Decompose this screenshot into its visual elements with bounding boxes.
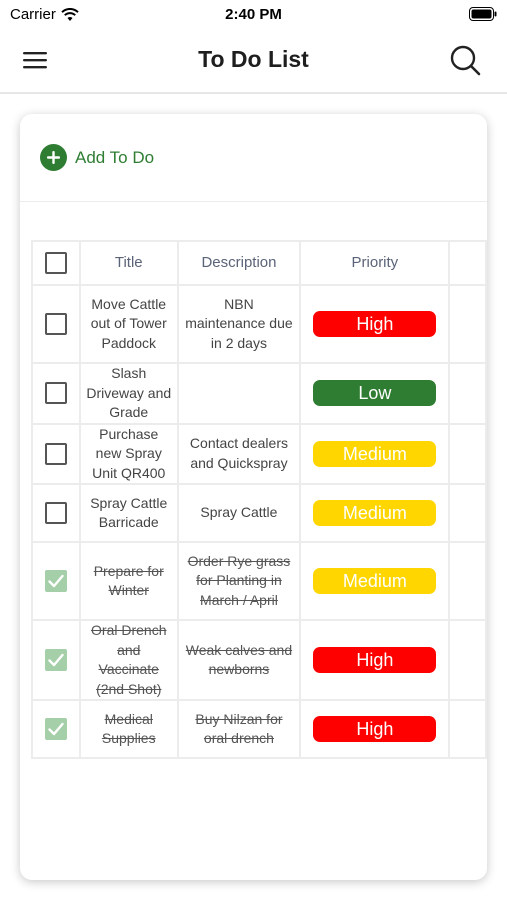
priority-badge: Low	[313, 380, 437, 407]
column-header-priority: Priority	[299, 240, 451, 286]
row-extra-cell	[448, 483, 487, 543]
table-row[interactable]: Purchase new Spray Unit QR400 Contact dea…	[31, 422, 487, 485]
row-checkbox-cell	[31, 541, 81, 621]
table-header-row: Title Description Priority	[31, 240, 487, 286]
row-extra-cell	[448, 541, 487, 621]
row-title: Move Cattle out of Tower Paddock	[78, 284, 179, 364]
row-extra-cell	[448, 422, 487, 485]
row-priority-cell: High	[299, 284, 451, 364]
row-description: Contact dealers and Quickspray	[176, 422, 302, 485]
table-row[interactable]: Move Cattle out of Tower Paddock NBN main…	[31, 284, 487, 364]
priority-badge: Medium	[313, 568, 437, 594]
row-title: Spray Cattle Barricade	[78, 483, 179, 543]
row-extra-cell	[448, 619, 487, 701]
battery-icon	[469, 7, 497, 21]
row-priority-cell: High	[299, 699, 451, 759]
priority-badge: Medium	[313, 500, 437, 526]
navigation-bar: To Do List	[0, 30, 507, 94]
row-title: Purchase new Spray Unit QR400	[78, 422, 179, 485]
column-header-description: Description	[176, 240, 302, 286]
checkmark-icon	[48, 653, 64, 667]
row-checkbox[interactable]	[44, 502, 67, 524]
row-title: Slash Driveway and Grade	[78, 362, 179, 425]
row-checkbox-checked[interactable]	[44, 570, 67, 592]
row-checkbox-cell	[31, 284, 81, 364]
checkmark-icon	[48, 722, 64, 736]
row-title: Medical Supplies	[78, 699, 179, 759]
row-priority-cell: Medium	[299, 483, 451, 543]
priority-badge: High	[313, 647, 437, 673]
todo-card: Add To Do Title Description Priority Mov…	[20, 114, 487, 880]
priority-badge: Medium	[313, 440, 437, 467]
row-checkbox[interactable]	[44, 442, 67, 465]
plus-circle-icon	[40, 144, 67, 171]
table-row[interactable]: Spray Cattle Barricade Spray Cattle Medium	[31, 483, 487, 543]
table-row[interactable]: Medical Supplies Buy Nilzan for oral dren…	[31, 699, 487, 759]
row-description: Buy Nilzan for oral drench	[176, 699, 302, 759]
row-checkbox[interactable]	[44, 382, 67, 405]
status-bar: Carrier 2:40 PM	[0, 0, 507, 30]
priority-badge: High	[313, 311, 437, 337]
clock: 2:40 PM	[225, 6, 282, 23]
divider	[20, 201, 487, 202]
table-row[interactable]: Slash Driveway and Grade Low	[31, 362, 487, 425]
row-description: Weak calves and newborns	[176, 619, 302, 701]
row-extra-cell	[448, 699, 487, 759]
row-checkbox[interactable]	[44, 313, 67, 335]
page-title: To Do List	[198, 46, 309, 72]
row-description: Order Rye grass for Planting in March / …	[176, 541, 302, 621]
row-priority-cell: Medium	[299, 541, 451, 621]
select-all-cell	[31, 240, 81, 286]
row-description	[176, 362, 302, 425]
column-header-title: Title	[78, 240, 179, 286]
row-title: Prepare for Winter	[78, 541, 179, 621]
table-row[interactable]: Prepare for Winter Order Rye grass for Pl…	[31, 541, 487, 621]
row-checkbox-cell	[31, 619, 81, 701]
row-extra-cell	[448, 362, 487, 425]
row-checkbox-cell	[31, 422, 81, 485]
checkmark-icon	[48, 574, 64, 588]
todo-table: Title Description Priority Move Cattle o…	[31, 240, 487, 759]
add-todo-label: Add To Do	[75, 147, 155, 167]
row-title: Oral Drench and Vaccinate (2nd Shot)	[78, 619, 179, 701]
column-header-extra	[448, 240, 487, 286]
row-priority-cell: Medium	[299, 422, 451, 485]
row-checkbox-cell	[31, 483, 81, 543]
row-checkbox-cell	[31, 699, 81, 759]
priority-badge: High	[313, 716, 437, 742]
row-checkbox-checked[interactable]	[44, 649, 67, 671]
row-checkbox-checked[interactable]	[44, 718, 67, 740]
row-extra-cell	[448, 284, 487, 364]
add-todo-button[interactable]: Add To Do	[40, 144, 154, 171]
row-description: Spray Cattle	[176, 483, 302, 543]
row-priority-cell: High	[299, 619, 451, 701]
search-icon[interactable]	[449, 44, 481, 76]
row-checkbox-cell	[31, 362, 81, 425]
row-priority-cell: Low	[299, 362, 451, 425]
row-description: NBN maintenance due in 2 days	[176, 284, 302, 364]
table-row[interactable]: Oral Drench and Vaccinate (2nd Shot) Weak…	[31, 619, 487, 701]
select-all-checkbox[interactable]	[44, 252, 67, 274]
